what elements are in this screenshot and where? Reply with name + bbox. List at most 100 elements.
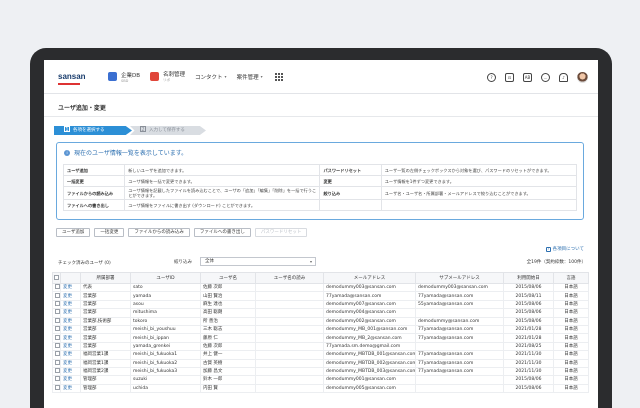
table-row: 変更 管理部 uchida 内田 賢 demodummy005@sansan.com 20… bbox=[52, 383, 589, 394]
email-cell: demodummy005@sansan.com bbox=[323, 383, 416, 394]
user-name-cell: 井上 健一 bbox=[200, 350, 256, 360]
name-reading-cell bbox=[255, 316, 324, 326]
row-checkbox[interactable] bbox=[52, 366, 61, 377]
name-reading-cell bbox=[255, 333, 324, 343]
row-checkbox[interactable] bbox=[52, 350, 61, 360]
sansan-logo[interactable]: sansan bbox=[58, 72, 98, 85]
help-icon[interactable]: ? bbox=[487, 73, 496, 82]
edit-link[interactable]: 変更 bbox=[60, 383, 81, 394]
department-cell: 福岡営業1課 bbox=[80, 350, 131, 360]
nav-item-company-db[interactable]: 企業DB SBD bbox=[108, 71, 140, 83]
chevron-down-icon: ▾ bbox=[224, 74, 227, 79]
sub-email-cell: demodummy003@sansan.com bbox=[415, 282, 504, 293]
nav-item-contact[interactable]: コンタクト ▾ bbox=[195, 73, 227, 81]
import-file-button[interactable]: ファイルからの読み込み bbox=[128, 228, 190, 237]
user-id-cell: meishi_bi_fukuoka1 bbox=[130, 350, 201, 360]
name-reading-cell bbox=[255, 375, 324, 385]
info-value: ユーザ情報をファイルに書き出す (ダウンロード) ことができます。 bbox=[124, 199, 321, 211]
row-checkbox[interactable] bbox=[52, 375, 61, 385]
edit-link[interactable]: 変更 bbox=[60, 341, 81, 352]
column-header: 言語 bbox=[553, 272, 589, 284]
edit-link[interactable]: 変更 bbox=[60, 282, 81, 293]
card-scan-icon[interactable]: ⊡ bbox=[505, 73, 514, 82]
start-date-cell: 2021/01/28 bbox=[503, 333, 554, 343]
row-checkbox[interactable] bbox=[52, 299, 61, 310]
language-cell: 日本語 bbox=[553, 383, 589, 394]
row-checkbox[interactable] bbox=[52, 358, 61, 368]
filter-label: 絞り込み bbox=[174, 260, 192, 265]
user-id-cell: yamada bbox=[130, 291, 201, 301]
row-checkbox[interactable] bbox=[52, 291, 61, 301]
info-value: 新しいユーザを追加できます。 bbox=[124, 164, 321, 176]
user-name-cell: 高田 聡朗 bbox=[200, 308, 256, 318]
edit-link[interactable]: 変更 bbox=[60, 358, 81, 368]
bulk-change-button[interactable]: 一括変更 bbox=[94, 228, 125, 237]
name-reading-cell bbox=[255, 350, 324, 360]
row-checkbox[interactable] bbox=[52, 333, 61, 343]
edit-link[interactable]: 変更 bbox=[60, 350, 81, 360]
nav-item-deals[interactable]: 案件管理 ▾ bbox=[237, 73, 263, 81]
info-value: ユーザ情報を1件ずつ変更できます。 bbox=[380, 175, 578, 187]
export-file-button[interactable]: ファイルへの書き出し bbox=[193, 228, 251, 237]
bell-icon[interactable]: ♪ bbox=[559, 73, 568, 82]
info-row: ファイルへの書き出し ユーザ情報をファイルに書き出す (ダウンロード) ことができ… bbox=[62, 199, 578, 211]
edit-link[interactable]: 変更 bbox=[60, 316, 81, 326]
row-checkbox[interactable] bbox=[52, 282, 61, 293]
user-name-cell: 山田 賢治 bbox=[200, 291, 256, 301]
user-id-cell: meishi_bi_youshuu bbox=[130, 324, 201, 335]
password-reset-button[interactable]: パスワードリセット bbox=[254, 228, 308, 237]
edit-link[interactable]: 変更 bbox=[60, 291, 81, 301]
user-id-cell: yamada_grenkei bbox=[130, 341, 201, 352]
row-checkbox[interactable] bbox=[52, 308, 61, 318]
checkbox-icon bbox=[55, 334, 60, 340]
sub-email-cell: 77yamada@sansan.com bbox=[415, 366, 504, 377]
email-cell: demodummy007@sansan.com bbox=[323, 299, 416, 310]
select-all-checkbox[interactable] bbox=[52, 272, 61, 284]
help-link[interactable]: ? 各項目について bbox=[545, 246, 584, 252]
edit-link[interactable]: 変更 bbox=[60, 299, 81, 310]
address-book-icon[interactable]: AB bbox=[523, 73, 532, 82]
edit-link[interactable]: 変更 bbox=[60, 308, 81, 318]
start-date-cell: 2015/08/06 bbox=[503, 308, 554, 318]
info-value: ユーザ一覧の左側チェックボックスから対象を選び、パスワードのリセットができます。 bbox=[380, 164, 578, 176]
add-user-button[interactable]: ユーザ追加 bbox=[56, 228, 91, 237]
table-row: 変更 営業部,技術部 tokoro 所 善治 demodummy002@sansan.c… bbox=[52, 316, 589, 326]
chat-icon[interactable]: … bbox=[541, 73, 550, 82]
row-checkbox[interactable] bbox=[52, 341, 61, 352]
filter-select[interactable]: 全体 ▾ bbox=[200, 257, 316, 266]
email-cell: demodummy002@sansan.com bbox=[323, 316, 416, 326]
start-date-cell: 2015/08/06 bbox=[503, 299, 554, 310]
page-title: ユーザ追加・変更 bbox=[44, 95, 598, 117]
edit-link[interactable]: 変更 bbox=[60, 324, 81, 335]
language-cell: 日本語 bbox=[553, 316, 589, 326]
name-reading-cell bbox=[255, 358, 324, 368]
language-cell: 日本語 bbox=[553, 291, 589, 301]
avatar[interactable] bbox=[577, 72, 588, 83]
chevron-down-icon: ▾ bbox=[309, 259, 312, 264]
column-header: ユーザ名 bbox=[200, 272, 256, 284]
info-key: ファイルへの書き出し bbox=[62, 199, 126, 211]
edit-link[interactable]: 変更 bbox=[60, 366, 81, 377]
chevron-down-icon: ▾ bbox=[260, 74, 263, 79]
row-checkbox[interactable] bbox=[52, 383, 61, 394]
edit-link[interactable]: 変更 bbox=[60, 375, 81, 385]
info-key: 変更 bbox=[319, 175, 382, 187]
sub-email-cell bbox=[415, 383, 504, 394]
info-table: ユーザ追加 新しいユーザを追加できます。 パスワードリセット ユーザ一覧の左側チェック… bbox=[62, 164, 578, 211]
checkbox-icon bbox=[55, 360, 60, 365]
filter-select-value: 全体 bbox=[205, 259, 214, 264]
edit-link[interactable]: 変更 bbox=[60, 333, 81, 343]
language-cell: 日本語 bbox=[553, 324, 589, 335]
info-key: ユーザ追加 bbox=[62, 164, 126, 176]
user-id-cell: meishi_bi_ippan bbox=[130, 333, 201, 343]
email-cell: demodummy004@sansan.com bbox=[323, 308, 416, 318]
nav-item-card-management[interactable]: 名刺管理 リボ bbox=[150, 70, 185, 83]
row-checkbox[interactable] bbox=[52, 316, 61, 326]
user-name-cell: 藤原 仁 bbox=[200, 333, 256, 343]
start-date-cell: 2015/08/06 bbox=[503, 375, 554, 385]
app-grid-icon[interactable] bbox=[274, 72, 283, 81]
sub-email-cell: 77yamada@sansan.com bbox=[415, 350, 504, 360]
row-checkbox[interactable] bbox=[52, 324, 61, 335]
table-row: 変更 営業部 yamada_grenkei 佐藤 次郎 77yamada.sm.demo… bbox=[52, 341, 589, 352]
start-date-cell: 2021/11/30 bbox=[503, 358, 554, 368]
